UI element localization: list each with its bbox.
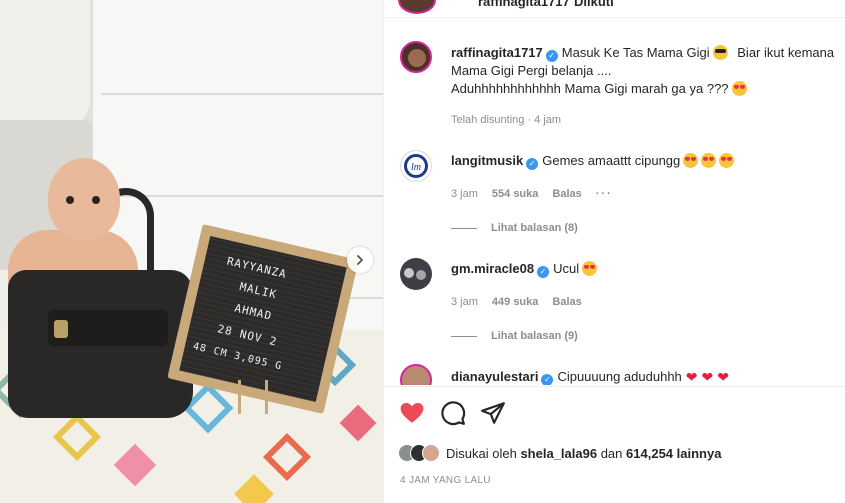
board-line: MALIK: [238, 280, 279, 302]
comment-avatar[interactable]: lm: [400, 150, 432, 182]
board-line: 28 NOV 2: [216, 322, 279, 349]
follow-status[interactable]: Diikuti: [574, 0, 614, 9]
board-stand: [238, 380, 268, 414]
replies-dash: [451, 227, 477, 229]
comment-username[interactable]: gm.miracle08: [451, 261, 534, 276]
view-replies-button[interactable]: Lihat balasan (8): [451, 222, 578, 234]
reply-button[interactable]: Balas: [552, 188, 581, 200]
reply-button[interactable]: Balas: [552, 296, 581, 308]
comment-body: Ucul: [553, 261, 580, 276]
liked-by-count[interactable]: 614,254 lainnya: [626, 446, 721, 461]
liked-by-and: dan: [600, 445, 623, 461]
board-line: AHMAD: [233, 301, 274, 323]
caption-line3: Aduhhhhhhhhhhhh Mama Gigi marah ga ya ??…: [451, 81, 729, 96]
verified-icon: ✓: [541, 374, 554, 385]
chevron-right-icon: [357, 255, 363, 265]
comment-username[interactable]: langitmusik: [451, 153, 523, 168]
comment-likes[interactable]: 554 suka: [492, 188, 538, 200]
caption-line1: Masuk Ke Tas Mama Gigi: [561, 45, 710, 60]
board-line: RAYYANZA: [225, 254, 289, 281]
sunglasses-emoji-icon: [712, 45, 728, 60]
heart-filled-icon[interactable]: [399, 400, 425, 426]
heart-eyes-emoji-icon: [719, 153, 735, 168]
comment-bubble-icon[interactable]: [440, 400, 466, 426]
paper-plane-icon[interactable]: [480, 400, 506, 426]
view-replies-button[interactable]: Lihat balasan (9): [451, 330, 578, 342]
heart-eyes-emoji-icon: [701, 153, 717, 168]
comment-avatar[interactable]: [400, 258, 432, 290]
caption-line1b: Biar ikut kemana: [737, 45, 835, 60]
red-heart-icon: ❤: [717, 369, 729, 385]
post-header: raffinagita1717 Diikuti: [384, 0, 845, 18]
caption-meta: Telah disunting · 4 jam: [451, 114, 562, 126]
liked-by-prefix: Disukai oleh: [446, 445, 517, 461]
heart-eyes-emoji-icon: [683, 153, 699, 168]
svg-text:lm: lm: [411, 162, 421, 173]
comment-likes[interactable]: 449 suka: [492, 296, 538, 308]
liked-by: Disukai oleh shela_lala96 dan 614,254 la…: [398, 441, 721, 465]
next-photo-button[interactable]: [347, 247, 373, 273]
comment-list[interactable]: raffinagita1717 ✓ Masuk Ke Tas Mama Gigi B…: [384, 19, 845, 385]
comment-body: Cipuuuung aduduhhh: [557, 369, 682, 384]
view-replies-label[interactable]: Lihat balasan (8): [491, 222, 578, 234]
post-photo[interactable]: RAYYANZA MALIK AHMAD 28 NOV 2 48 CM 3,09…: [0, 0, 383, 503]
red-heart-icon: ❤: [685, 369, 698, 385]
liker-avatar[interactable]: [422, 444, 440, 462]
liked-by-user[interactable]: shela_lala96: [520, 446, 597, 461]
red-heart-icon: ❤: [701, 369, 714, 385]
comments-panel: raffinagita1717 Diikuti raffinagita1717 ✓…: [383, 0, 845, 503]
comment-text: gm.miracle08 ✓ Ucul: [451, 260, 598, 278]
heart-eyes-emoji-icon: [582, 261, 598, 276]
baby-head: [48, 158, 120, 240]
caption-avatar[interactable]: [400, 41, 432, 73]
caption-text: raffinagita1717 ✓ Masuk Ke Tas Mama Gigi B…: [451, 44, 834, 98]
comment-avatar[interactable]: [400, 364, 432, 385]
header-avatar[interactable]: [398, 0, 436, 14]
replies-dash: [451, 335, 477, 337]
comment-meta: 3 jam 449 suka Balas: [451, 296, 596, 308]
verified-icon: ✓: [545, 50, 558, 62]
verified-icon: ✓: [526, 158, 539, 170]
caption-line2: Mama Gigi Pergi belanja ....: [451, 63, 612, 78]
liked-by-text: Disukai oleh shela_lala96 dan 614,254 la…: [446, 446, 721, 461]
comment-meta: 3 jam 554 suka Balas ···: [451, 188, 627, 200]
handbag: [8, 270, 193, 418]
post-time-ago: 4 JAM YANG LALU: [400, 475, 491, 486]
comment-username[interactable]: dianayulestari: [451, 369, 538, 384]
more-options-icon[interactable]: ···: [596, 188, 613, 200]
heart-eyes-emoji-icon: [731, 81, 747, 96]
action-bar: Disukai oleh shela_lala96 dan 614,254 la…: [384, 386, 845, 503]
comment-time: 3 jam: [451, 296, 478, 308]
comment-time: 3 jam: [451, 188, 478, 200]
view-replies-label[interactable]: Lihat balasan (9): [491, 330, 578, 342]
comment-body: Gemes amaattt cipungg: [542, 153, 681, 168]
bag-lock: [54, 320, 68, 338]
caption-username[interactable]: raffinagita1717: [451, 45, 543, 60]
langitmusik-logo-icon: lm: [404, 154, 428, 178]
comment-text: langitmusik ✓ Gemes amaattt cipungg: [451, 152, 735, 170]
comment-text: dianayulestari ✓ Cipuuuung aduduhhh ❤ ❤ ❤: [451, 368, 729, 385]
verified-icon: ✓: [537, 266, 550, 278]
header-username[interactable]: raffinagita1717: [478, 0, 570, 9]
